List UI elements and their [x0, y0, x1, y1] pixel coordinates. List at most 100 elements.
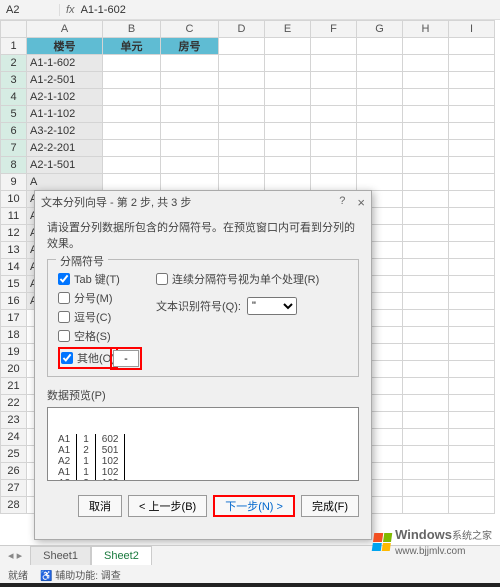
- help-icon[interactable]: ?: [339, 195, 345, 210]
- row-header-18[interactable]: 18: [1, 327, 27, 344]
- cell-I9[interactable]: [449, 174, 495, 191]
- cell-I14[interactable]: [449, 259, 495, 276]
- cell-H20[interactable]: [403, 361, 449, 378]
- cell-E1[interactable]: [265, 38, 311, 55]
- cancel-button[interactable]: 取消: [78, 495, 122, 517]
- row-header-2[interactable]: 2: [1, 55, 27, 72]
- cell-D4[interactable]: [219, 89, 265, 106]
- cell-H4[interactable]: [403, 89, 449, 106]
- cell-I21[interactable]: [449, 378, 495, 395]
- cell-I26[interactable]: [449, 463, 495, 480]
- cell-F8[interactable]: [311, 157, 357, 174]
- cell-I28[interactable]: [449, 497, 495, 514]
- cell-H3[interactable]: [403, 72, 449, 89]
- row-header-28[interactable]: 28: [1, 497, 27, 514]
- cell-B2[interactable]: [103, 55, 161, 72]
- taskbar[interactable]: [0, 583, 500, 587]
- cell-F3[interactable]: [311, 72, 357, 89]
- row-header-20[interactable]: 20: [1, 361, 27, 378]
- row-header-15[interactable]: 15: [1, 276, 27, 293]
- cell-E2[interactable]: [265, 55, 311, 72]
- cell-G9[interactable]: [357, 174, 403, 191]
- cell-H26[interactable]: [403, 463, 449, 480]
- cell-D1[interactable]: [219, 38, 265, 55]
- tab-checkbox[interactable]: [58, 273, 70, 285]
- cell-C8[interactable]: [161, 157, 219, 174]
- row-header-9[interactable]: 9: [1, 174, 27, 191]
- cell-I7[interactable]: [449, 140, 495, 157]
- tab-label[interactable]: Tab 键(T): [74, 271, 120, 287]
- cell-B9[interactable]: [103, 174, 161, 191]
- row-header-21[interactable]: 21: [1, 378, 27, 395]
- column-header-F[interactable]: F: [311, 21, 357, 38]
- cell-C5[interactable]: [161, 106, 219, 123]
- cell-I6[interactable]: [449, 123, 495, 140]
- column-header-A[interactable]: A: [27, 21, 103, 38]
- cell-F5[interactable]: [311, 106, 357, 123]
- cell-H8[interactable]: [403, 157, 449, 174]
- cell-H14[interactable]: [403, 259, 449, 276]
- row-header-3[interactable]: 3: [1, 72, 27, 89]
- row-header-5[interactable]: 5: [1, 106, 27, 123]
- cell-G7[interactable]: [357, 140, 403, 157]
- cell-I17[interactable]: [449, 310, 495, 327]
- cell-A6[interactable]: A3-2-102: [27, 123, 103, 140]
- cell-D2[interactable]: [219, 55, 265, 72]
- cell-E8[interactable]: [265, 157, 311, 174]
- next-button[interactable]: 下一步(N) >: [213, 495, 295, 517]
- cell-H1[interactable]: [403, 38, 449, 55]
- cell-H9[interactable]: [403, 174, 449, 191]
- cell-B5[interactable]: [103, 106, 161, 123]
- cell-D9[interactable]: [219, 174, 265, 191]
- cell-H16[interactable]: [403, 293, 449, 310]
- cell-A2[interactable]: A1-1-602: [27, 55, 103, 72]
- row-header-26[interactable]: 26: [1, 463, 27, 480]
- tab-nav-icons[interactable]: ◂ ▸: [0, 549, 30, 562]
- cell-I3[interactable]: [449, 72, 495, 89]
- cell-H10[interactable]: [403, 191, 449, 208]
- cell-I10[interactable]: [449, 191, 495, 208]
- row-header-1[interactable]: 1: [1, 38, 27, 55]
- space-label[interactable]: 空格(S): [74, 328, 111, 344]
- cell-H21[interactable]: [403, 378, 449, 395]
- cell-I4[interactable]: [449, 89, 495, 106]
- cell-H15[interactable]: [403, 276, 449, 293]
- cell-H22[interactable]: [403, 395, 449, 412]
- row-header-13[interactable]: 13: [1, 242, 27, 259]
- cell-G6[interactable]: [357, 123, 403, 140]
- qualifier-select[interactable]: ": [247, 297, 297, 315]
- cell-H13[interactable]: [403, 242, 449, 259]
- finish-button[interactable]: 完成(F): [301, 495, 359, 517]
- row-header-22[interactable]: 22: [1, 395, 27, 412]
- cell-I24[interactable]: [449, 429, 495, 446]
- close-icon[interactable]: ×: [357, 195, 365, 210]
- cell-A7[interactable]: A2-2-201: [27, 140, 103, 157]
- comma-checkbox[interactable]: [58, 311, 70, 323]
- cell-I19[interactable]: [449, 344, 495, 361]
- fx-icon[interactable]: fx: [66, 4, 75, 16]
- cell-A5[interactable]: A1-1-102: [27, 106, 103, 123]
- cell-E5[interactable]: [265, 106, 311, 123]
- cell-I20[interactable]: [449, 361, 495, 378]
- cell-H6[interactable]: [403, 123, 449, 140]
- cell-H23[interactable]: [403, 412, 449, 429]
- cell-C9[interactable]: [161, 174, 219, 191]
- cell-A9[interactable]: A: [27, 174, 103, 191]
- cell-A8[interactable]: A2-1-501: [27, 157, 103, 174]
- row-header-19[interactable]: 19: [1, 344, 27, 361]
- row-header-4[interactable]: 4: [1, 89, 27, 106]
- cell-H18[interactable]: [403, 327, 449, 344]
- cell-H17[interactable]: [403, 310, 449, 327]
- cell-A3[interactable]: A1-2-501: [27, 72, 103, 89]
- cell-C2[interactable]: [161, 55, 219, 72]
- space-checkbox[interactable]: [58, 330, 70, 342]
- cell-B4[interactable]: [103, 89, 161, 106]
- column-header-H[interactable]: H: [403, 21, 449, 38]
- column-header-B[interactable]: B: [103, 21, 161, 38]
- row-header-24[interactable]: 24: [1, 429, 27, 446]
- dialog-titlebar[interactable]: 文本分列向导 - 第 2 步, 共 3 步 ? ×: [35, 191, 371, 213]
- cell-I13[interactable]: [449, 242, 495, 259]
- cell-F1[interactable]: [311, 38, 357, 55]
- cell-I2[interactable]: [449, 55, 495, 72]
- other-checkbox[interactable]: [61, 352, 73, 364]
